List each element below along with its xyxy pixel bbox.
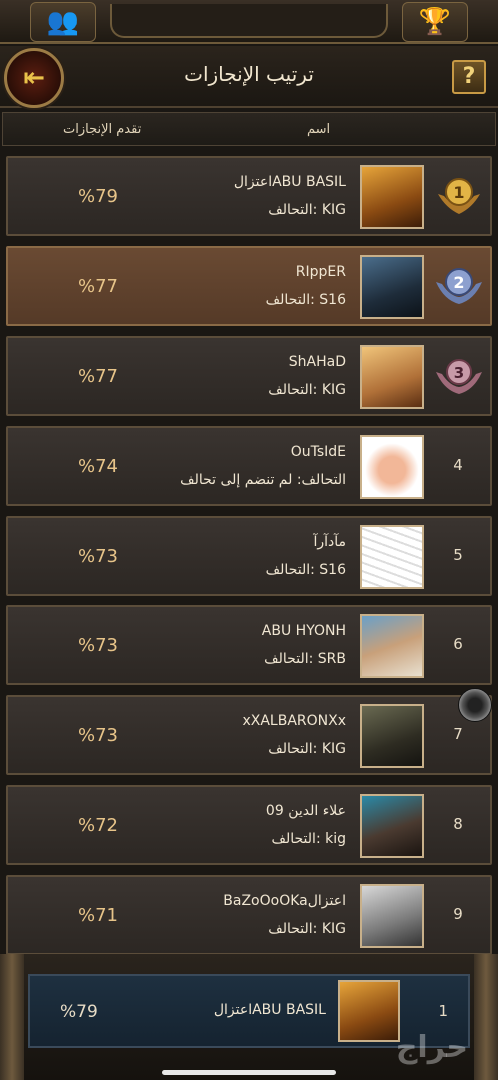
leaderboard-row[interactable]: %79 اعتزالABU BASIL التحالف: KIG 1 — [6, 156, 492, 236]
leaderboard-row[interactable]: %77 ShAHaD التحالف: KIG 3 — [6, 336, 492, 416]
knight-avatar[interactable] — [360, 704, 424, 768]
bronze-medal-icon: 3 — [436, 359, 482, 394]
lion-avatar[interactable] — [360, 165, 424, 229]
achievement-progress: %73 — [78, 546, 119, 567]
player-name: ABU HYONH — [261, 623, 346, 639]
leaderboard-row[interactable]: %73 مآدآرآ التحالف: S16 5 — [6, 516, 492, 596]
rank-number: 9 — [453, 905, 463, 923]
column-header: تقدم الإنجازات اسم — [2, 112, 496, 146]
player-alliance: التحالف: KIG — [268, 202, 346, 218]
right-pillar-decoration — [474, 954, 498, 1080]
silver-medal-icon: 2 — [436, 268, 482, 304]
left-pillar-decoration — [0, 954, 24, 1080]
medal-rank-label: 3 — [454, 364, 464, 382]
trophy-tab[interactable]: 🏆 — [402, 2, 468, 42]
rank-number: 7 — [453, 725, 463, 743]
rank-number: 8 — [453, 815, 463, 833]
trophy-icon: 🏆 — [418, 7, 452, 37]
player-name: OuTsIdE — [290, 444, 346, 460]
leaderboard-row[interactable]: %77 RIppER التحالف: S16 2 — [6, 246, 492, 326]
player-name: علاء الدين 09 — [265, 803, 346, 819]
achievement-progress: %79 — [78, 186, 119, 207]
player-name: xXALBARONXx — [242, 713, 346, 729]
my-player-name: اعتزالABU BASIL — [213, 1002, 326, 1018]
guy-avatar[interactable] — [360, 794, 424, 858]
player-name: BaZoOoOKaاعتزال — [223, 893, 346, 909]
player-alliance: التحالف: KIG — [268, 921, 346, 937]
gold-medal-icon: 1 — [438, 178, 480, 214]
achievement-progress: %71 — [78, 905, 119, 926]
player-alliance: التحالف: S16 — [265, 292, 346, 308]
friends-tab[interactable]: 👥 — [30, 2, 96, 42]
anime-avatar[interactable] — [360, 884, 424, 948]
medal-rank-label: 1 — [453, 183, 464, 202]
leaderboard-row[interactable]: %71 BaZoOoOKaاعتزال التحالف: KIG 9 — [6, 875, 492, 955]
player-name: اعتزالABU BASIL — [233, 174, 346, 190]
player-alliance: التحالف: SRB — [264, 651, 346, 667]
rank-number: 5 — [453, 546, 463, 564]
column-progress-header: تقدم الإنجازات — [63, 122, 142, 137]
baby-avatar[interactable] — [360, 435, 424, 499]
player-name: RIppER — [295, 264, 346, 280]
rank-number: 6 — [453, 635, 463, 653]
page-title: ترتيب الإنجازات — [184, 62, 314, 86]
achievement-progress: %73 — [78, 725, 119, 746]
player-name: مآدآرآ — [313, 534, 346, 550]
warrior-avatar[interactable] — [360, 255, 424, 319]
rank-number: 4 — [453, 456, 463, 474]
my-achievement-progress: %79 — [60, 1002, 98, 1022]
scroll-knob[interactable] — [458, 688, 492, 722]
player-alliance: التحالف: kig — [271, 831, 346, 847]
man-avatar[interactable] — [360, 614, 424, 678]
title-bar: ⇤ ترتيب الإنجازات ? — [0, 46, 498, 108]
my-rank-number: 1 — [438, 1002, 448, 1020]
tab-bar-center — [110, 4, 388, 38]
achievement-progress: %73 — [78, 635, 119, 656]
achievement-progress: %74 — [78, 456, 119, 477]
leaderboard-row[interactable]: %74 OuTsIdE التحالف: لم تنضم إلى تحالف 4 — [6, 426, 492, 506]
leaderboard-row[interactable]: %72 علاء الدين 09 التحالف: kig 8 — [6, 785, 492, 865]
column-name-header: اسم — [307, 122, 331, 137]
friends-icon: 👥 — [46, 7, 80, 37]
player-alliance: التحالف: لم تنضم إلى تحالف — [180, 472, 346, 488]
player-alliance: التحالف: KIG — [268, 741, 346, 757]
home-indicator[interactable] — [162, 1070, 336, 1075]
leaderboard-row[interactable]: %73 xXALBARONXx التحالف: KIG 7 — [6, 695, 492, 775]
leaderboard-row[interactable]: %73 ABU HYONH التحالف: SRB 6 — [6, 605, 492, 685]
lion-avatar[interactable] — [338, 980, 400, 1042]
medal-rank-label: 2 — [453, 273, 464, 292]
player-name: ShAHaD — [288, 354, 346, 370]
help-button[interactable]: ? — [452, 60, 486, 94]
player-alliance: التحالف: S16 — [265, 562, 346, 578]
player-alliance: التحالف: KIG — [268, 382, 346, 398]
watermark-logo: حراج — [395, 1030, 468, 1065]
achievement-progress: %72 — [78, 815, 119, 836]
achievement-progress: %77 — [78, 276, 119, 297]
girl-avatar[interactable] — [360, 345, 424, 409]
top-tab-bar: 👥 🏆 — [0, 0, 498, 44]
calligraphy-avatar[interactable] — [360, 525, 424, 589]
achievement-progress: %77 — [78, 366, 119, 387]
